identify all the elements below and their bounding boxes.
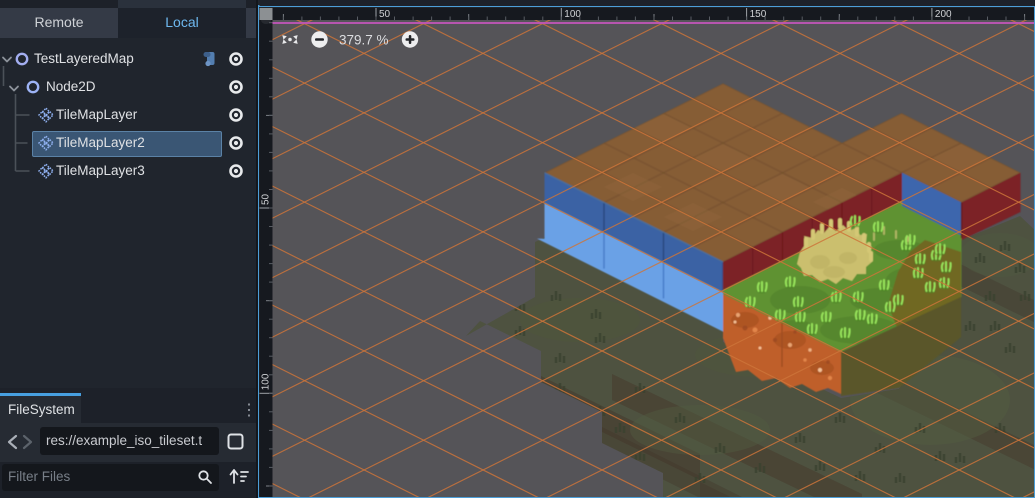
svg-text:50: 50 — [379, 9, 391, 20]
svg-text:100: 100 — [564, 9, 581, 20]
svg-text:200: 200 — [935, 9, 952, 20]
svg-text:50: 50 — [261, 193, 272, 205]
svg-text:379.7 %: 379.7 % — [339, 33, 389, 48]
svg-text:100: 100 — [261, 373, 272, 390]
svg-text:150: 150 — [750, 9, 767, 20]
